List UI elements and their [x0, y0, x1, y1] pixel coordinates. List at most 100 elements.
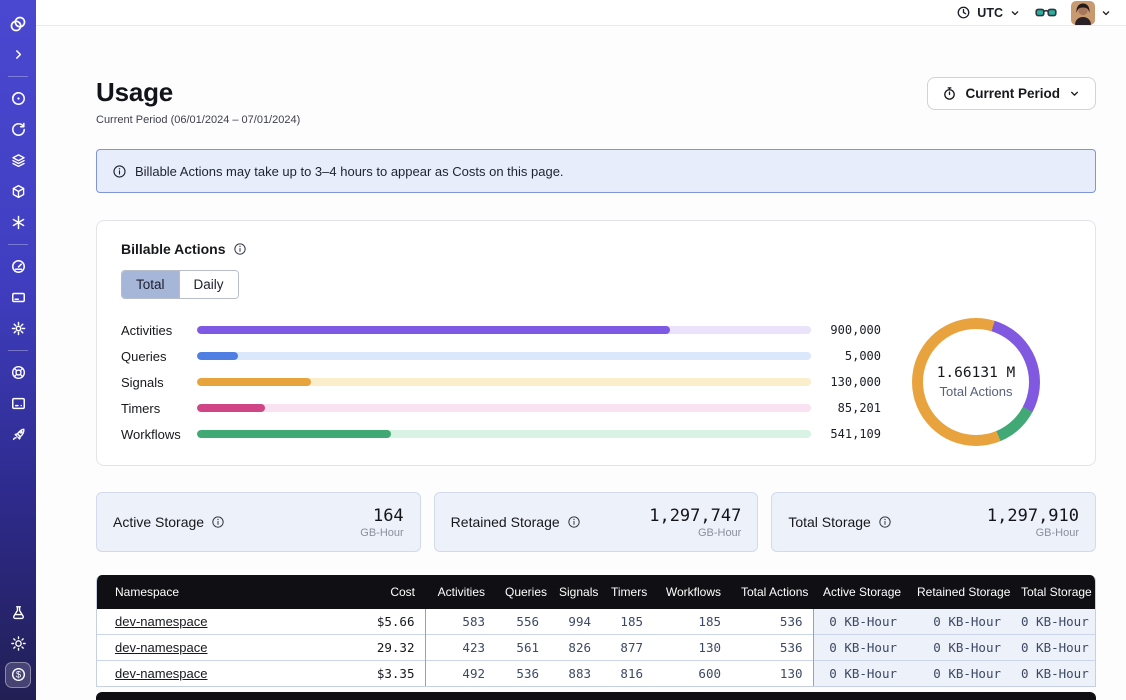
bar-row: Signals130,000	[121, 369, 881, 395]
table-row: dev-namespace$3.354925368838166001300 KB…	[97, 661, 1096, 687]
donut-total-label: Total Actions	[940, 384, 1013, 399]
chevron-down-icon	[1009, 7, 1021, 19]
timers-cell: 816	[601, 661, 653, 687]
timers-cell: 185	[601, 609, 653, 635]
bar-fill	[197, 430, 391, 438]
bar-row: Timers85,201	[121, 395, 881, 421]
active-storage-cell: 0 KB-Hour	[813, 661, 907, 687]
table-body: dev-namespace$5.665835569941851855360 KB…	[97, 609, 1096, 686]
info-icon[interactable]	[567, 515, 581, 529]
column-header: Signals	[549, 575, 601, 609]
total-actions-donut-chart: 1.66131 M Total Actions	[912, 318, 1040, 446]
total-storage-cell: 0 KB-Hour	[1011, 609, 1096, 635]
retained-storage-cell: 0 KB-Hour	[907, 661, 1011, 687]
queries-cell: 561	[495, 635, 549, 661]
total-actions-cell: 130	[731, 661, 813, 687]
retained-storage-cell: 0 KB-Hour	[907, 635, 1011, 661]
column-header: Workflows	[653, 575, 731, 609]
storage-summary-row: Active Storage164GB-HourRetained Storage…	[96, 492, 1096, 552]
info-icon[interactable]	[878, 515, 892, 529]
active-storage-cell: 0 KB-Hour	[813, 609, 907, 635]
workflows-cell: 600	[653, 661, 731, 687]
total-storage-cell: 0 KB-Hour	[1011, 635, 1096, 661]
expand-sidebar-icon[interactable]	[5, 42, 31, 68]
glasses-icon[interactable]	[1035, 5, 1057, 20]
temporal-logo-icon[interactable]	[5, 11, 31, 37]
storage-card-value: 1,297,910	[987, 506, 1079, 526]
card-icon[interactable]	[5, 285, 31, 311]
info-icon[interactable]	[211, 515, 225, 529]
layers-icon[interactable]	[5, 148, 31, 174]
info-icon[interactable]	[233, 242, 247, 256]
namespace-link[interactable]: dev-namespace	[115, 640, 208, 655]
cube-icon[interactable]	[5, 179, 31, 205]
activities-cell: 492	[425, 661, 495, 687]
column-header: Timers	[601, 575, 653, 609]
gauge-icon[interactable]	[5, 254, 31, 280]
sidebar-divider	[8, 244, 28, 245]
namespace-link[interactable]: dev-namespace	[115, 666, 208, 681]
bar-track	[197, 352, 811, 360]
stopwatch-icon	[942, 86, 957, 101]
bar-row: Activities900,000	[121, 317, 881, 343]
dollar-coin-icon[interactable]: $	[5, 662, 31, 688]
gear-icon[interactable]	[5, 316, 31, 342]
namespace-usage-table: NamespaceCostActivitiesQueriesSignalsTim…	[96, 575, 1096, 687]
sun-icon[interactable]	[5, 631, 31, 657]
billable-actions-bar-chart: Activities900,000Queries5,000Signals130,…	[121, 317, 881, 447]
signals-cell: 826	[549, 635, 601, 661]
user-avatar	[1071, 1, 1095, 25]
signals-cell: 883	[549, 661, 601, 687]
queries-cell: 556	[495, 609, 549, 635]
rocket-icon[interactable]	[5, 422, 31, 448]
billable-actions-title: Billable Actions	[121, 241, 226, 257]
namespace-cell: dev-namespace	[97, 661, 320, 687]
bar-track	[197, 326, 811, 334]
column-header: Total Actions	[731, 575, 813, 609]
active-storage-cell: 0 KB-Hour	[813, 635, 907, 661]
period-selector-button[interactable]: Current Period	[927, 77, 1096, 110]
tab-total[interactable]: Total	[122, 271, 179, 298]
cost-cell: $5.66	[320, 609, 425, 635]
storage-card-unit: GB-Hour	[649, 527, 741, 539]
asterisk-icon[interactable]	[5, 210, 31, 236]
terminal-icon[interactable]	[5, 391, 31, 417]
page-title: Usage	[96, 77, 300, 108]
tab-daily[interactable]: Daily	[179, 271, 238, 298]
bar-fill	[197, 404, 265, 412]
retained-storage-cell: 0 KB-Hour	[907, 609, 1011, 635]
timezone-label: UTC	[977, 6, 1003, 20]
account-menu[interactable]	[1071, 1, 1112, 25]
swirl-icon[interactable]	[5, 86, 31, 112]
lifebuoy-icon[interactable]	[5, 360, 31, 386]
bar-row: Workflows541,109	[121, 421, 881, 447]
info-icon	[112, 164, 127, 179]
period-selector-label: Current Period	[965, 86, 1060, 101]
flask-icon[interactable]	[5, 600, 31, 626]
column-header: Activities	[425, 575, 495, 609]
storage-card-label: Total Storage	[788, 514, 871, 530]
bar-fill	[197, 352, 238, 360]
timezone-selector[interactable]: UTC	[956, 5, 1021, 20]
bar-row: Queries5,000	[121, 343, 881, 369]
sidebar-divider	[8, 350, 28, 351]
view-toggle: Total Daily	[121, 270, 239, 299]
column-header: Queries	[495, 575, 549, 609]
billable-actions-card: Billable Actions Total Daily Activities9…	[96, 220, 1096, 466]
storage-card-active-storage: Active Storage164GB-Hour	[96, 492, 421, 552]
table-header-row: NamespaceCostActivitiesQueriesSignalsTim…	[97, 575, 1096, 609]
info-banner: Billable Actions may take up to 3–4 hour…	[96, 149, 1096, 193]
column-header: Retained Storage	[907, 575, 1011, 609]
table-row: dev-namespace$5.665835569941851855360 KB…	[97, 609, 1096, 635]
topbar: UTC	[36, 0, 1126, 26]
history-icon[interactable]	[5, 117, 31, 143]
table-row: dev-namespace29.324235618268771305360 KB…	[97, 635, 1096, 661]
bar-track	[197, 404, 811, 412]
namespace-link[interactable]: dev-namespace	[115, 614, 208, 629]
column-header: Active Storage	[813, 575, 907, 609]
bar-value: 5,000	[811, 349, 881, 363]
info-banner-text: Billable Actions may take up to 3–4 hour…	[135, 164, 564, 179]
bar-value: 85,201	[811, 401, 881, 415]
column-header: Cost	[320, 575, 425, 609]
cost-cell: 29.32	[320, 635, 425, 661]
